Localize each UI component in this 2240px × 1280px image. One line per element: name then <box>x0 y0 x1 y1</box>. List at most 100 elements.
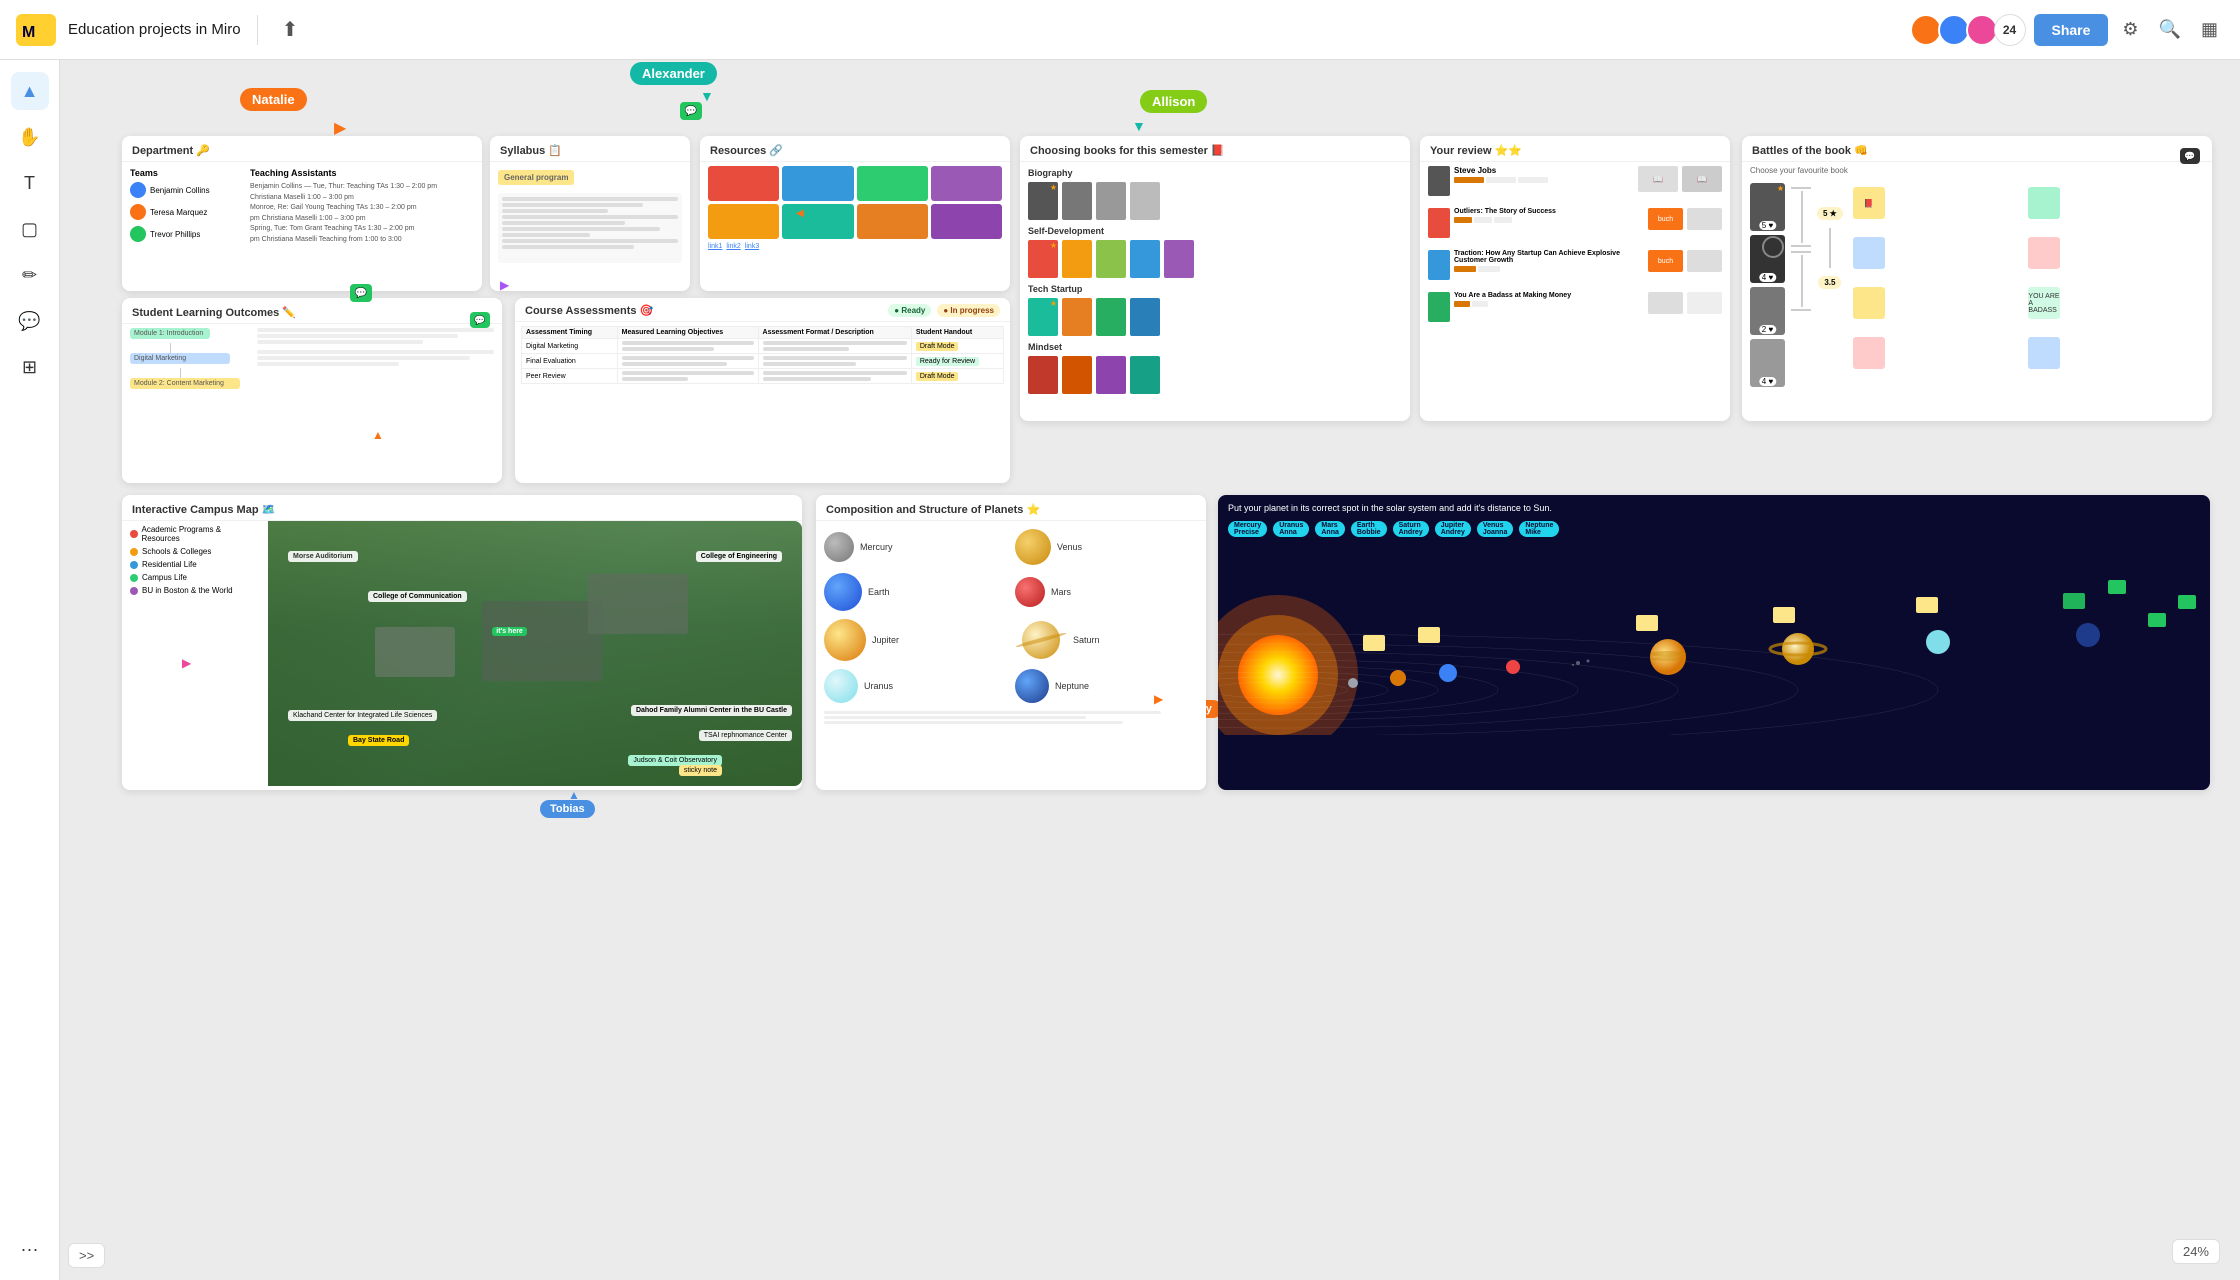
books-panel: Choosing books for this semester 📕 Biogr… <box>1020 136 1410 421</box>
planet-venus: Venus <box>1015 529 1198 565</box>
res-thumb-3 <box>857 166 928 201</box>
format-1 <box>758 339 911 354</box>
map-label-alumni: Dahod Family Alumni Center in the BU Cas… <box>631 705 792 716</box>
resources-panel: Resources 🔗 link1 link2 link3 <box>700 136 1010 291</box>
board-title: Education projects in Miro <box>68 21 241 38</box>
obj-1 <box>617 339 758 354</box>
sol-label-saturn: SaturnAndrey <box>1393 521 1429 537</box>
frame-tool[interactable]: ⊞ <box>11 348 49 386</box>
assessments-panel: Course Assessments 🎯 ● Ready ● In progre… <box>515 298 1010 483</box>
chat-bubble-alexander: 💬 <box>680 102 702 120</box>
res-thumb-6 <box>782 204 853 239</box>
map-label-bay-state: Bay State Road <box>348 735 409 746</box>
amir-books-arrow: ◀ <box>796 208 804 219</box>
share-button[interactable]: Share <box>2034 14 2109 46</box>
tech-books: ★ <box>1028 298 1402 336</box>
left-toolbar: ▲ ✋ T ▢ ✏ 💬 ⊞ ··· <box>0 60 60 1280</box>
mindset-books <box>1028 356 1402 394</box>
handout-1: Draft Mode <box>911 339 1003 354</box>
hand-tool[interactable]: ✋ <box>11 118 49 156</box>
battles-title: Battles of the book 👊 <box>1742 136 2212 162</box>
review-title: Your review ⭐⭐ <box>1420 136 1730 162</box>
col-objectives: Measured Learning Objectives <box>617 327 758 339</box>
book-thumb <box>1028 356 1058 394</box>
alexander-cursor: Alexander <box>630 62 717 85</box>
format-2 <box>758 354 911 369</box>
handout-2: Ready for Review <box>911 354 1003 369</box>
text-tool[interactable]: T <box>11 164 49 202</box>
res-thumb-7 <box>857 204 928 239</box>
select-tool[interactable]: ▲ <box>11 72 49 110</box>
biography-books: ★ <box>1028 182 1402 220</box>
andrey-arrow: ▶ <box>1154 692 1163 706</box>
jupiter-label: Jupiter <box>872 635 899 645</box>
sol-label-uranus: UranusAnna <box>1273 521 1309 537</box>
assess-row-2: Final Evaluation Ready for Review <box>522 354 1004 369</box>
settings-icon[interactable]: ⚙ <box>2116 13 2144 46</box>
brittni-arrow: ▲ <box>372 428 384 442</box>
book-thumb <box>1130 356 1160 394</box>
assess-table: Assessment Timing Measured Learning Obje… <box>521 326 1004 384</box>
map-label-college-comm: College of Communication <box>368 591 467 602</box>
dept-assistants: Teaching Assistants Benjamin Collins — T… <box>250 168 474 245</box>
map-label-college-eng: College of Engineering <box>696 551 782 562</box>
res-thumb-4 <box>931 166 1002 201</box>
dept-teams: Teams Benjamin Collins Teresa Marquez Tr… <box>130 168 242 245</box>
res-thumb-5 <box>708 204 779 239</box>
natalie-arrow: ▶ <box>334 118 346 138</box>
campus-title: Interactive Campus Map 🗺️ <box>122 495 802 521</box>
planets-title: Composition and Structure of Planets ⭐ <box>816 495 1206 521</box>
more-tools[interactable]: ··· <box>11 1230 49 1268</box>
map-label-sticky: sticky note <box>679 765 722 776</box>
panels-icon[interactable]: ▦ <box>2195 13 2224 46</box>
planet-neptune: Neptune <box>1015 669 1198 703</box>
sol-label-mars: MarsAnna <box>1315 521 1345 537</box>
campus-panel: Interactive Campus Map 🗺️ Academic Progr… <box>122 495 802 790</box>
teams-label: Teams <box>130 168 242 178</box>
sol-label-neptune: NeptuneMike <box>1519 521 1559 537</box>
general-program-badge: General program <box>498 170 574 185</box>
avatar-3 <box>1966 14 1998 46</box>
campus-legend: Academic Programs & Resources Schools & … <box>122 521 262 786</box>
planets-grid: Mercury Venus Earth Mars Jupiter <box>816 521 1206 711</box>
avatar-group: 24 <box>1914 14 2026 46</box>
book-thumb: ★ <box>1028 240 1058 278</box>
topbar: M Education projects in Miro ⬆ 24 Share … <box>0 0 2240 60</box>
team-member-3: Trevor Phillips <box>130 226 242 242</box>
upload-button[interactable]: ⬆ <box>274 13 307 46</box>
book-thumb <box>1062 356 1092 394</box>
solar-instruction: Put your planet in its correct spot in t… <box>1218 495 2210 517</box>
battles-panel: Battles of the book 👊 Choose your favour… <box>1742 136 2212 421</box>
mindset-category: Mindset <box>1028 342 1402 352</box>
map-label-morse: Morse Auditorium <box>288 551 358 562</box>
department-panel: Department 🔑 Teams Benjamin Collins Tere… <box>122 136 482 291</box>
chat-bubble-battles: 💬 <box>2180 148 2200 164</box>
review-panel: Your review ⭐⭐ Steve Jobs 📖 📖 <box>1420 136 1730 421</box>
battles-stickies: 📕 YOU ARE A BADASS <box>1849 183 2204 387</box>
expand-button[interactable]: >> <box>68 1243 105 1268</box>
natalie-cursor: Natalie <box>240 88 307 111</box>
alexander-arrow: ▼ <box>700 88 714 104</box>
book-thumb: ★ <box>1028 182 1058 220</box>
sticky-tool[interactable]: ▢ <box>11 210 49 248</box>
planet-mercury: Mercury <box>824 529 1007 565</box>
status-ready: ● Ready <box>888 304 931 317</box>
slo-panel: Student Learning Outcomes ✏️ Module 1: I… <box>122 298 502 483</box>
campus-content: Academic Programs & Resources Schools & … <box>122 521 802 786</box>
pen-tool[interactable]: ✏ <box>11 256 49 294</box>
biography-category: Biography <box>1028 168 1402 178</box>
search-icon[interactable]: 🔍 <box>2153 13 2187 46</box>
timing-1: Digital Marketing <box>522 339 618 354</box>
planet-mars: Mars <box>1015 573 1198 611</box>
sol-label-earth: EarthBobbie <box>1351 521 1387 537</box>
review-item-3: Traction: How Any Startup Can Achieve Ex… <box>1428 250 1722 280</box>
mark-arrow: ▶ <box>500 278 509 292</box>
allison-cursor: Allison <box>1140 90 1207 113</box>
timing-2: Final Evaluation <box>522 354 618 369</box>
assess-row-3: Peer Review Draft Mode <box>522 369 1004 384</box>
comment-tool[interactable]: 💬 <box>11 302 49 340</box>
canvas: Natalie ▶ Alexander ▼ 💬 Allison ▼ Mark ▶… <box>60 60 2240 1280</box>
book-thumb <box>1096 240 1126 278</box>
assess-title: Course Assessments 🎯 <box>525 304 653 317</box>
planet-jupiter: Jupiter <box>824 619 1007 661</box>
